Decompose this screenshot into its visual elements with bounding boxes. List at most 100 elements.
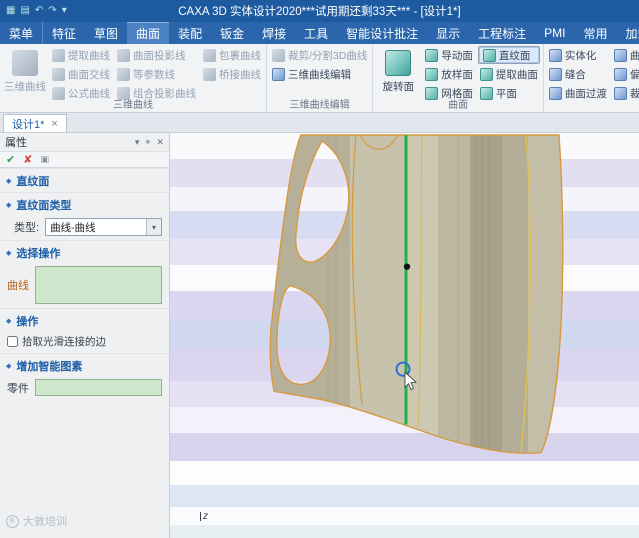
tab-pmi[interactable]: PMI — [535, 22, 574, 44]
smooth-edges-row: 拾取光滑连接的边 — [0, 332, 169, 353]
sweep-surface-icon — [425, 48, 439, 62]
model-canvas[interactable] — [170, 133, 639, 538]
btn-surface-projection-curve[interactable]: 曲面投影线 — [115, 46, 198, 64]
btn-label: 提取曲线 — [68, 49, 110, 62]
solidify-icon — [548, 48, 562, 62]
btn-surface-extra[interactable]: 曲面 — [612, 46, 639, 64]
panel-menu-icon[interactable]: ▾ — [135, 137, 140, 148]
cancel-icon[interactable]: ✘ — [23, 153, 32, 166]
tab-sheetmetal[interactable]: 钣金 — [211, 22, 253, 44]
btn-3d-curve-label: 三维曲线 — [4, 81, 46, 93]
titlebar: ▦ ▤ ↶ ↷ ▾ CAXA 3D 实体设计2020***试用期还剩33天***… — [0, 0, 639, 22]
viewport-3d[interactable]: z — [170, 133, 639, 538]
btn-isoparametric-curve[interactable]: 等参数线 — [115, 65, 198, 83]
btn-sew[interactable]: 缝合 — [547, 65, 609, 83]
section-bullet-icon: ◆ — [6, 201, 12, 209]
redo-icon[interactable]: ↷ — [48, 6, 56, 16]
formula-curve-icon — [52, 86, 65, 100]
curve-label: 曲线 — [7, 280, 29, 292]
section-bullet-icon: ◆ — [6, 249, 12, 257]
section-select-operation: ◆ 选择操作 — [0, 240, 169, 264]
btn-bridge-curve[interactable]: 桥接曲线 — [201, 65, 263, 83]
btn-label: 曲面过渡 — [564, 87, 607, 100]
btn-surface-blend[interactable]: 曲面过渡 — [547, 84, 609, 102]
btn-revolve-surface[interactable]: 旋转面 — [376, 46, 420, 102]
type-label: 类型: — [14, 222, 40, 234]
btn-extract-curve[interactable]: 提取曲线 — [50, 46, 112, 64]
wrap-curve-icon — [203, 48, 216, 62]
section-smart-element: ◆ 增加智能图素 — [0, 353, 169, 377]
chevron-down-icon[interactable]: ▾ — [146, 219, 161, 235]
combined-projection-icon — [117, 86, 130, 100]
btn-label: 提取曲面 — [495, 68, 538, 81]
btn-label: 曲面 — [630, 48, 639, 63]
panel-toolbar: ✔ ✘ ▣ — [0, 151, 169, 168]
model-shading — [270, 135, 563, 454]
tab-menu[interactable]: 菜单 — [0, 22, 44, 44]
btn-label: 裁剪/分割3D曲线 — [288, 49, 368, 62]
customize-quick-access-icon[interactable]: ▾ — [62, 6, 67, 16]
save-icon[interactable]: ▤ — [20, 6, 29, 16]
app-window: ▦ ▤ ↶ ↷ ▾ CAXA 3D 实体设计2020***试用期还剩33天***… — [0, 0, 639, 538]
part-label: 零件 — [7, 382, 29, 395]
section-bullet-icon: ◆ — [6, 317, 12, 325]
panel-close-icon[interactable]: ✕ — [156, 137, 164, 148]
btn-offset-surface[interactable]: 偏移 — [612, 65, 639, 83]
group-label-3d-curve-edit: 三维曲线编辑 — [289, 100, 350, 111]
btn-label: 组合投影曲线 — [133, 87, 196, 100]
btn-label: 裁剪 — [630, 86, 639, 101]
trim-split-icon — [272, 48, 285, 62]
btn-solidify[interactable]: 实体化 — [547, 46, 609, 64]
doc-tab-design1[interactable]: 设计1* × — [3, 114, 67, 132]
axis-z-label: z — [203, 511, 208, 522]
app-icon: ▦ — [6, 5, 16, 16]
confirm-icon[interactable]: ✔ — [6, 153, 15, 166]
tab-drafting[interactable]: 工程标注 — [469, 22, 535, 44]
doc-tab-label: 设计1* — [12, 118, 45, 131]
tab-sketch[interactable]: 草图 — [85, 22, 127, 44]
curve-row: 曲线 — [0, 264, 169, 308]
undo-icon[interactable]: ↶ — [35, 6, 43, 16]
tab-surface[interactable]: 曲面 — [127, 22, 170, 44]
trim-surface-icon — [613, 86, 627, 100]
tab-feature[interactable]: 特征 — [43, 22, 85, 44]
panel-title: 属性 — [5, 137, 27, 149]
watermark-logo-icon: K — [6, 514, 19, 528]
tab-addins[interactable]: 加载 — [617, 22, 639, 44]
surface-blend-icon — [548, 86, 562, 100]
btn-3d-curve-edit[interactable]: 三维曲线编辑 — [270, 65, 369, 83]
btn-label: 平面 — [495, 87, 517, 100]
isoparametric-curve-icon — [117, 67, 130, 81]
part-pick-input[interactable] — [35, 379, 162, 396]
doc-tab-close-icon[interactable]: × — [51, 118, 57, 130]
btn-extract-surface[interactable]: 提取曲面 — [478, 65, 540, 83]
ribbon-group-3d-curve-edit: 裁剪/分割3D曲线 三维曲线编辑 三维曲线编辑 — [267, 44, 374, 112]
watermark-text: 大敦培训 — [23, 516, 67, 528]
btn-3d-curve[interactable]: 三维曲线 — [3, 46, 47, 102]
tab-smart-annotation[interactable]: 智能设计批注 — [337, 22, 427, 44]
edge-point-marker — [403, 263, 411, 270]
tab-tools[interactable]: 工具 — [295, 22, 337, 44]
smooth-edges-checkbox[interactable] — [7, 336, 18, 347]
tab-common[interactable]: 常用 — [575, 22, 617, 44]
btn-trim-split-3d-curve[interactable]: 裁剪/分割3D曲线 — [270, 46, 369, 64]
btn-ruled-surface[interactable]: 直纹面 — [477, 46, 540, 64]
btn-sweep-surface[interactable]: 导动面 — [423, 46, 475, 64]
part-row: 零件 — [0, 377, 169, 400]
tab-display[interactable]: 显示 — [427, 22, 469, 44]
smooth-edges-label: 拾取光滑连接的边 — [22, 336, 106, 348]
panel-pin-icon[interactable]: ⌖ — [145, 137, 150, 148]
options-icon[interactable]: ▣ — [40, 154, 49, 165]
tab-assembly[interactable]: 装配 — [169, 22, 211, 44]
btn-label: 等参数线 — [133, 68, 175, 81]
curve-pick-input[interactable] — [35, 266, 162, 304]
btn-wrap-curve[interactable]: 包裹曲线 — [201, 46, 263, 64]
btn-loft-surface[interactable]: 放样面 — [423, 65, 475, 83]
ruled-type-select[interactable]: 曲线-曲线 ▾ — [45, 218, 162, 236]
tab-weld[interactable]: 焊接 — [253, 22, 295, 44]
extract-curve-icon — [52, 48, 65, 62]
btn-surface-intersection-curve[interactable]: 曲面交线 — [50, 65, 112, 83]
btn-trim-surface[interactable]: 裁剪 — [612, 84, 639, 102]
btn-label: 实体化 — [564, 49, 597, 62]
ribbon-group-surface: 旋转面 导动面 放样面 网格面 直纹面 提取曲面 平面 曲面 — [373, 44, 544, 112]
